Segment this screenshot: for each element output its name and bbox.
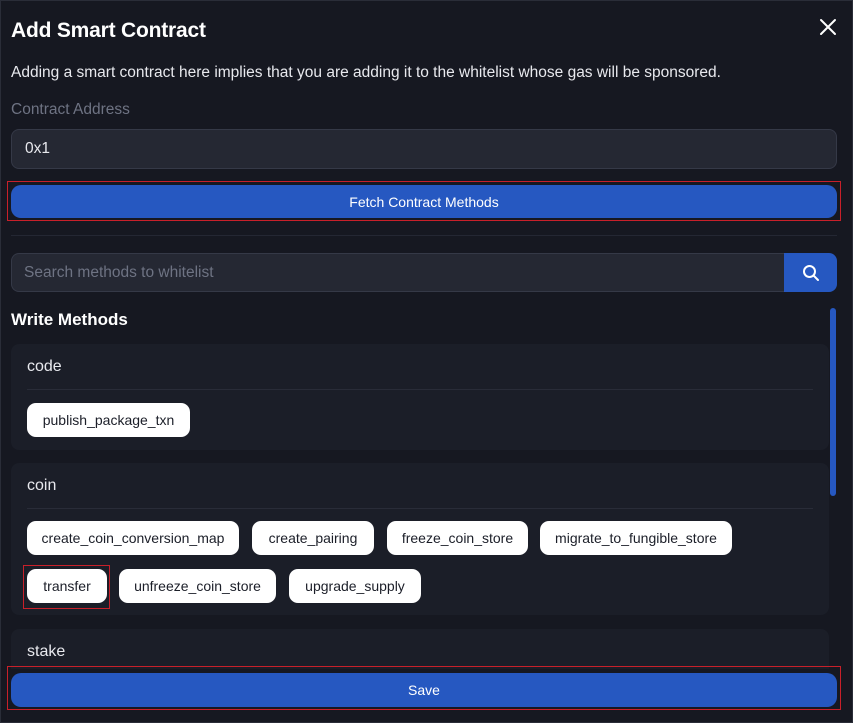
fetch-contract-methods-button[interactable]: Fetch Contract Methods — [11, 185, 837, 218]
group-divider — [27, 389, 813, 390]
method-group-stake: stake — [11, 629, 829, 669]
method-search — [11, 253, 837, 292]
method-chip[interactable]: upgrade_supply — [289, 569, 421, 603]
method-chip[interactable]: publish_package_txn — [27, 403, 190, 437]
group-name: coin — [27, 477, 57, 494]
modal-description: Adding a smart contract here implies tha… — [11, 64, 721, 81]
method-chip[interactable]: freeze_coin_store — [387, 521, 528, 555]
group-name: code — [27, 358, 62, 375]
scrollbar-thumb[interactable] — [830, 308, 836, 496]
group-divider — [27, 508, 813, 509]
group-name: stake — [27, 643, 66, 660]
search-methods-input[interactable] — [11, 253, 785, 292]
search-icon — [802, 264, 819, 281]
method-group-coin: coin create_coin_conversion_map create_p… — [11, 463, 829, 615]
write-methods-title: Write Methods — [11, 310, 128, 329]
method-chip[interactable]: create_pairing — [252, 521, 374, 555]
method-group-code: code publish_package_txn — [11, 344, 829, 450]
contract-address-input[interactable] — [11, 129, 837, 169]
modal-title: Add Smart Contract — [11, 19, 206, 42]
contract-address-label: Contract Address — [11, 101, 130, 118]
add-smart-contract-modal: Add Smart Contract Adding a smart contra… — [0, 0, 853, 723]
save-button[interactable]: Save — [11, 673, 837, 707]
method-chip[interactable]: migrate_to_fungible_store — [540, 521, 732, 555]
method-chip[interactable]: transfer — [27, 569, 107, 603]
search-button[interactable] — [784, 253, 837, 292]
close-icon[interactable] — [816, 15, 840, 39]
divider — [11, 235, 837, 236]
method-chip[interactable]: create_coin_conversion_map — [27, 521, 239, 555]
method-chip[interactable]: unfreeze_coin_store — [119, 569, 276, 603]
